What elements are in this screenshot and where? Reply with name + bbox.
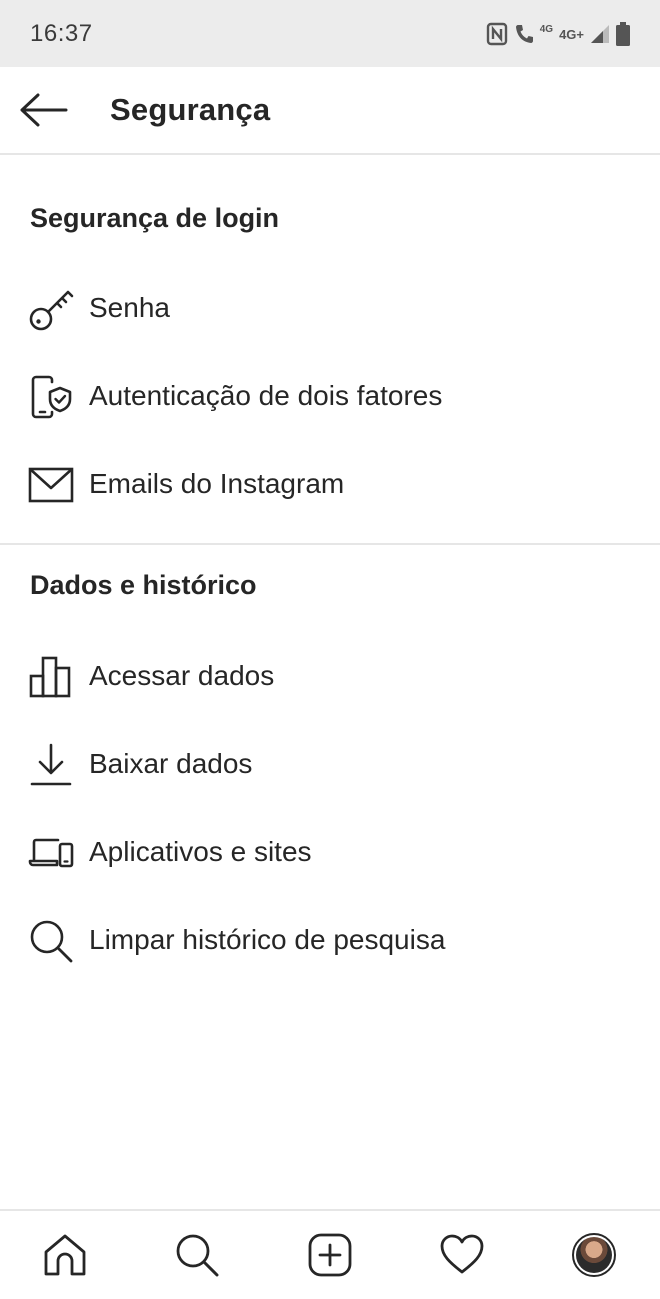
status-bar: 16:37 4G 4G+ — [0, 0, 660, 67]
call-icon — [514, 23, 534, 45]
section-title-data-history: Dados e histórico — [30, 570, 257, 600]
menu-item-label: Autenticação de dois fatores — [89, 380, 443, 411]
battery-icon — [616, 22, 630, 46]
menu-item-label: Acessar dados — [89, 660, 275, 691]
menu-item-label: Emails do Instagram — [89, 468, 345, 499]
page-title: Segurança — [110, 92, 271, 127]
menu-item-access-data[interactable]: Acessar dados — [0, 636, 660, 716]
new-post-icon — [308, 1233, 352, 1277]
nav-profile-button[interactable] — [568, 1229, 620, 1281]
activity-heart-icon — [440, 1234, 484, 1274]
nfc-icon — [486, 22, 508, 46]
home-icon — [44, 1234, 86, 1276]
profile-avatar — [572, 1233, 616, 1277]
network-type-small: 4G — [539, 23, 554, 35]
nav-search-button[interactable] — [171, 1229, 223, 1281]
envelope-icon — [28, 462, 74, 508]
menu-item-two-factor[interactable]: Autenticação de dois fatores — [0, 356, 660, 436]
bar-chart-icon — [28, 654, 74, 700]
network-type: 4G+ — [559, 26, 584, 42]
menu-item-label: Senha — [89, 292, 170, 323]
signal-icon — [590, 24, 610, 44]
back-button[interactable] — [18, 87, 70, 133]
menu-item-clear-search-history[interactable]: Limpar histórico de pesquisa — [0, 900, 660, 980]
menu-item-instagram-emails[interactable]: Emails do Instagram — [0, 444, 660, 524]
menu-item-apps-sites[interactable]: Aplicativos e sites — [0, 812, 660, 892]
nav-home-button[interactable] — [39, 1229, 91, 1281]
devices-icon — [28, 830, 74, 876]
bottom-nav — [0, 1209, 660, 1299]
menu-item-label: Limpar histórico de pesquisa — [89, 924, 446, 955]
status-time: 16:37 — [30, 20, 93, 47]
search-icon — [176, 1234, 219, 1277]
arrow-left-icon — [20, 93, 68, 127]
nav-activity-button[interactable] — [436, 1229, 488, 1281]
status-icons: 4G 4G+ — [486, 20, 630, 48]
avatar-image — [576, 1237, 612, 1273]
menu-item-password[interactable]: Senha — [0, 268, 660, 348]
phone-shield-icon — [28, 374, 74, 420]
key-icon — [28, 286, 74, 332]
download-icon — [28, 742, 74, 788]
menu-item-label: Baixar dados — [89, 748, 253, 779]
nav-new-post-button[interactable] — [304, 1229, 356, 1281]
header: Segurança — [0, 67, 660, 155]
menu-item-label: Aplicativos e sites — [89, 836, 312, 867]
section-divider — [0, 543, 660, 545]
search-icon — [28, 918, 74, 964]
section-title-login-security: Segurança de login — [30, 203, 280, 233]
menu-item-download-data[interactable]: Baixar dados — [0, 724, 660, 804]
